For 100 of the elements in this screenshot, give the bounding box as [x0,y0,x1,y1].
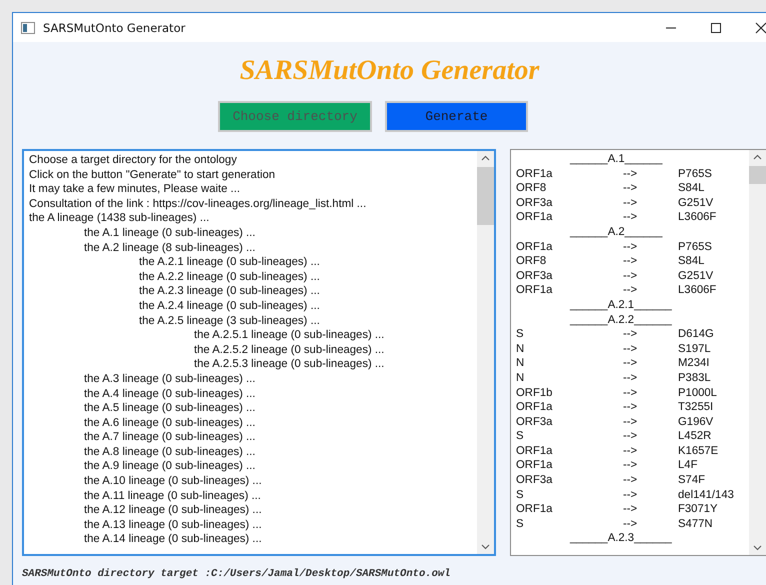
arrow-text: --> [623,240,638,254]
arrow-text: --> [623,327,638,342]
arrow-text: --> [623,210,638,225]
arrow-text: --> [623,473,638,488]
mutation-code: P765S [678,166,712,182]
log-line: the A.2.5.2 lineage (0 sub-lineages) ... [194,342,384,358]
mutation-code: P765S [678,240,712,254]
lineage-header: ______A.2.2______ [570,314,672,326]
arrow-text: --> [623,342,638,356]
log-line: the A.1 lineage (0 sub-lineages) ... [84,226,256,241]
log-line: Click on the button "Generate" to start generation [29,168,276,182]
log-line: Choose a target directory for the ontology [29,153,237,168]
log-line: the A.7 lineage (0 sub-lineages) ... [84,430,256,445]
gene-name: S [516,516,525,532]
gene-name: ORF1a [516,240,554,254]
log-line: the A.2 lineage (8 sub-lineages) ... [84,240,256,256]
gene-name: S [516,327,525,342]
status-text: SARSMutOnto directory target :C:/Users/Jamal/Desktop/SARSMutOnto.owl [22,568,452,580]
log-line: the A.2.2 lineage (0 sub-lineages) ... [139,270,320,284]
arrow-text: --> [623,458,638,474]
gene-name: ORF1b [516,386,554,400]
log-line: the A lineage (1438 sub-lineages) ... [29,211,210,226]
lineage-header: ______A.1______ [570,153,662,165]
log-line: the A.4 lineage (0 sub-lineages) ... [84,386,256,402]
gene-name: S [516,488,525,502]
log-line: the A.12 lineage (0 sub-lineages) ... [84,503,262,518]
log-line: Consultation of the link : https://cov-lineages.org/lineage_list.html ... [29,196,366,212]
arrow-text: --> [623,429,638,444]
gene-name: N [516,370,526,386]
log-line: the A.2.5.3 lineage (0 sub-lineages) ... [194,357,384,372]
log-line: the A.2.3 lineage (0 sub-lineages) ... [139,284,320,299]
generate-button[interactable]: Generate [385,101,528,132]
window-title: SARSMutOnto Generator [43,20,186,34]
arrow-text: --> [623,254,638,269]
arrow-text: --> [623,414,638,430]
log-line: the A.5 lineage (0 sub-lineages) ... [84,401,256,416]
mutation-code: L3606F [678,210,716,225]
arrow-text: --> [623,268,638,284]
gene-name: ORF1a [516,283,554,298]
mutation-code: G251V [678,268,714,284]
lineage-header: ______A.2.1______ [570,298,672,311]
gene-name: N [516,342,526,356]
arrow-text: --> [623,370,638,386]
mutation-code: L4F [678,458,698,474]
mutation-code: K1657E [678,444,718,458]
mutation-code: T3255I [678,400,714,415]
choose-directory-button[interactable]: Choose directory [218,101,372,132]
mutation-code: S84L [678,254,704,269]
mutation-code: F3071Y [678,502,718,517]
mutation-code: P383L [678,370,711,386]
log-line: the A.2.5.1 lineage (0 sub-lineages) ... [194,328,384,343]
log-line: the A.13 lineage (0 sub-lineages) ... [84,518,262,532]
arrow-text: --> [623,283,638,298]
gene-name: ORF3a [516,414,554,430]
arrow-text: --> [623,502,638,517]
log-line: the A.2.4 lineage (0 sub-lineages) ... [139,298,320,314]
mutation-code: P1000L [678,386,717,400]
log-line: the A.8 lineage (0 sub-lineages) ... [84,444,256,460]
mutation-code: L452R [678,429,712,444]
mutation-code: S477N [678,516,713,532]
log-line: the A.14 lineage (0 sub-lineages) ... [84,532,262,548]
mutation-code: L3606F [678,283,716,298]
mutation-code: S197L [678,342,711,356]
gene-name: ORF1a [516,502,554,517]
gene-name: ORF3a [516,268,554,284]
log-line: the A.6 lineage (0 sub-lineages) ... [84,416,256,430]
mutation-code: del141/143 [678,488,734,502]
log-line: the A.10 lineage (0 sub-lineages) ... [84,474,262,489]
gene-name: ORF8 [516,254,548,269]
gene-name: ORF1a [516,210,554,225]
log-line: the A.9 lineage (0 sub-lineages) ... [84,459,256,474]
log-line: the A.11 lineage (0 sub-lineages) ... [84,488,261,504]
lineage-header: ______A.2.3______ [570,532,672,544]
arrow-text: --> [623,516,638,532]
arrow-text: --> [623,196,638,210]
arrow-text: --> [623,181,638,196]
arrow-text: --> [623,444,638,458]
gene-name: ORF3a [516,473,554,488]
arrow-text: --> [623,488,638,502]
gene-name: ORF1a [516,400,554,415]
gene-name: ORF1a [516,458,554,474]
log-line: It may take a few minutes, Please waite ... [29,182,240,197]
arrow-text: --> [623,400,638,415]
gene-name: ORF8 [516,181,548,196]
mutation-code: D614G [678,327,714,342]
arrow-text: --> [623,166,638,182]
gene-name: ORF1a [516,444,554,458]
arrow-text: --> [623,356,638,371]
log-line: the A.2.5 lineage (3 sub-lineages) ... [139,314,320,328]
log-line: the A.3 lineage (0 sub-lineages) ... [84,372,256,386]
arrow-text: --> [623,386,638,400]
gene-name: ORF3a [516,196,554,210]
log-line: the A.2.1 lineage (0 sub-lineages) ... [139,255,320,270]
mutation-code: G251V [678,196,714,210]
mutation-code: S84L [678,181,704,196]
app-heading: SARSMutOnto Generator [238,54,540,88]
gene-name: S [516,429,525,444]
mutation-code: S74F [678,473,706,488]
lineage-header: ______A.2______ [570,226,662,238]
mutation-code: G196V [678,414,714,430]
